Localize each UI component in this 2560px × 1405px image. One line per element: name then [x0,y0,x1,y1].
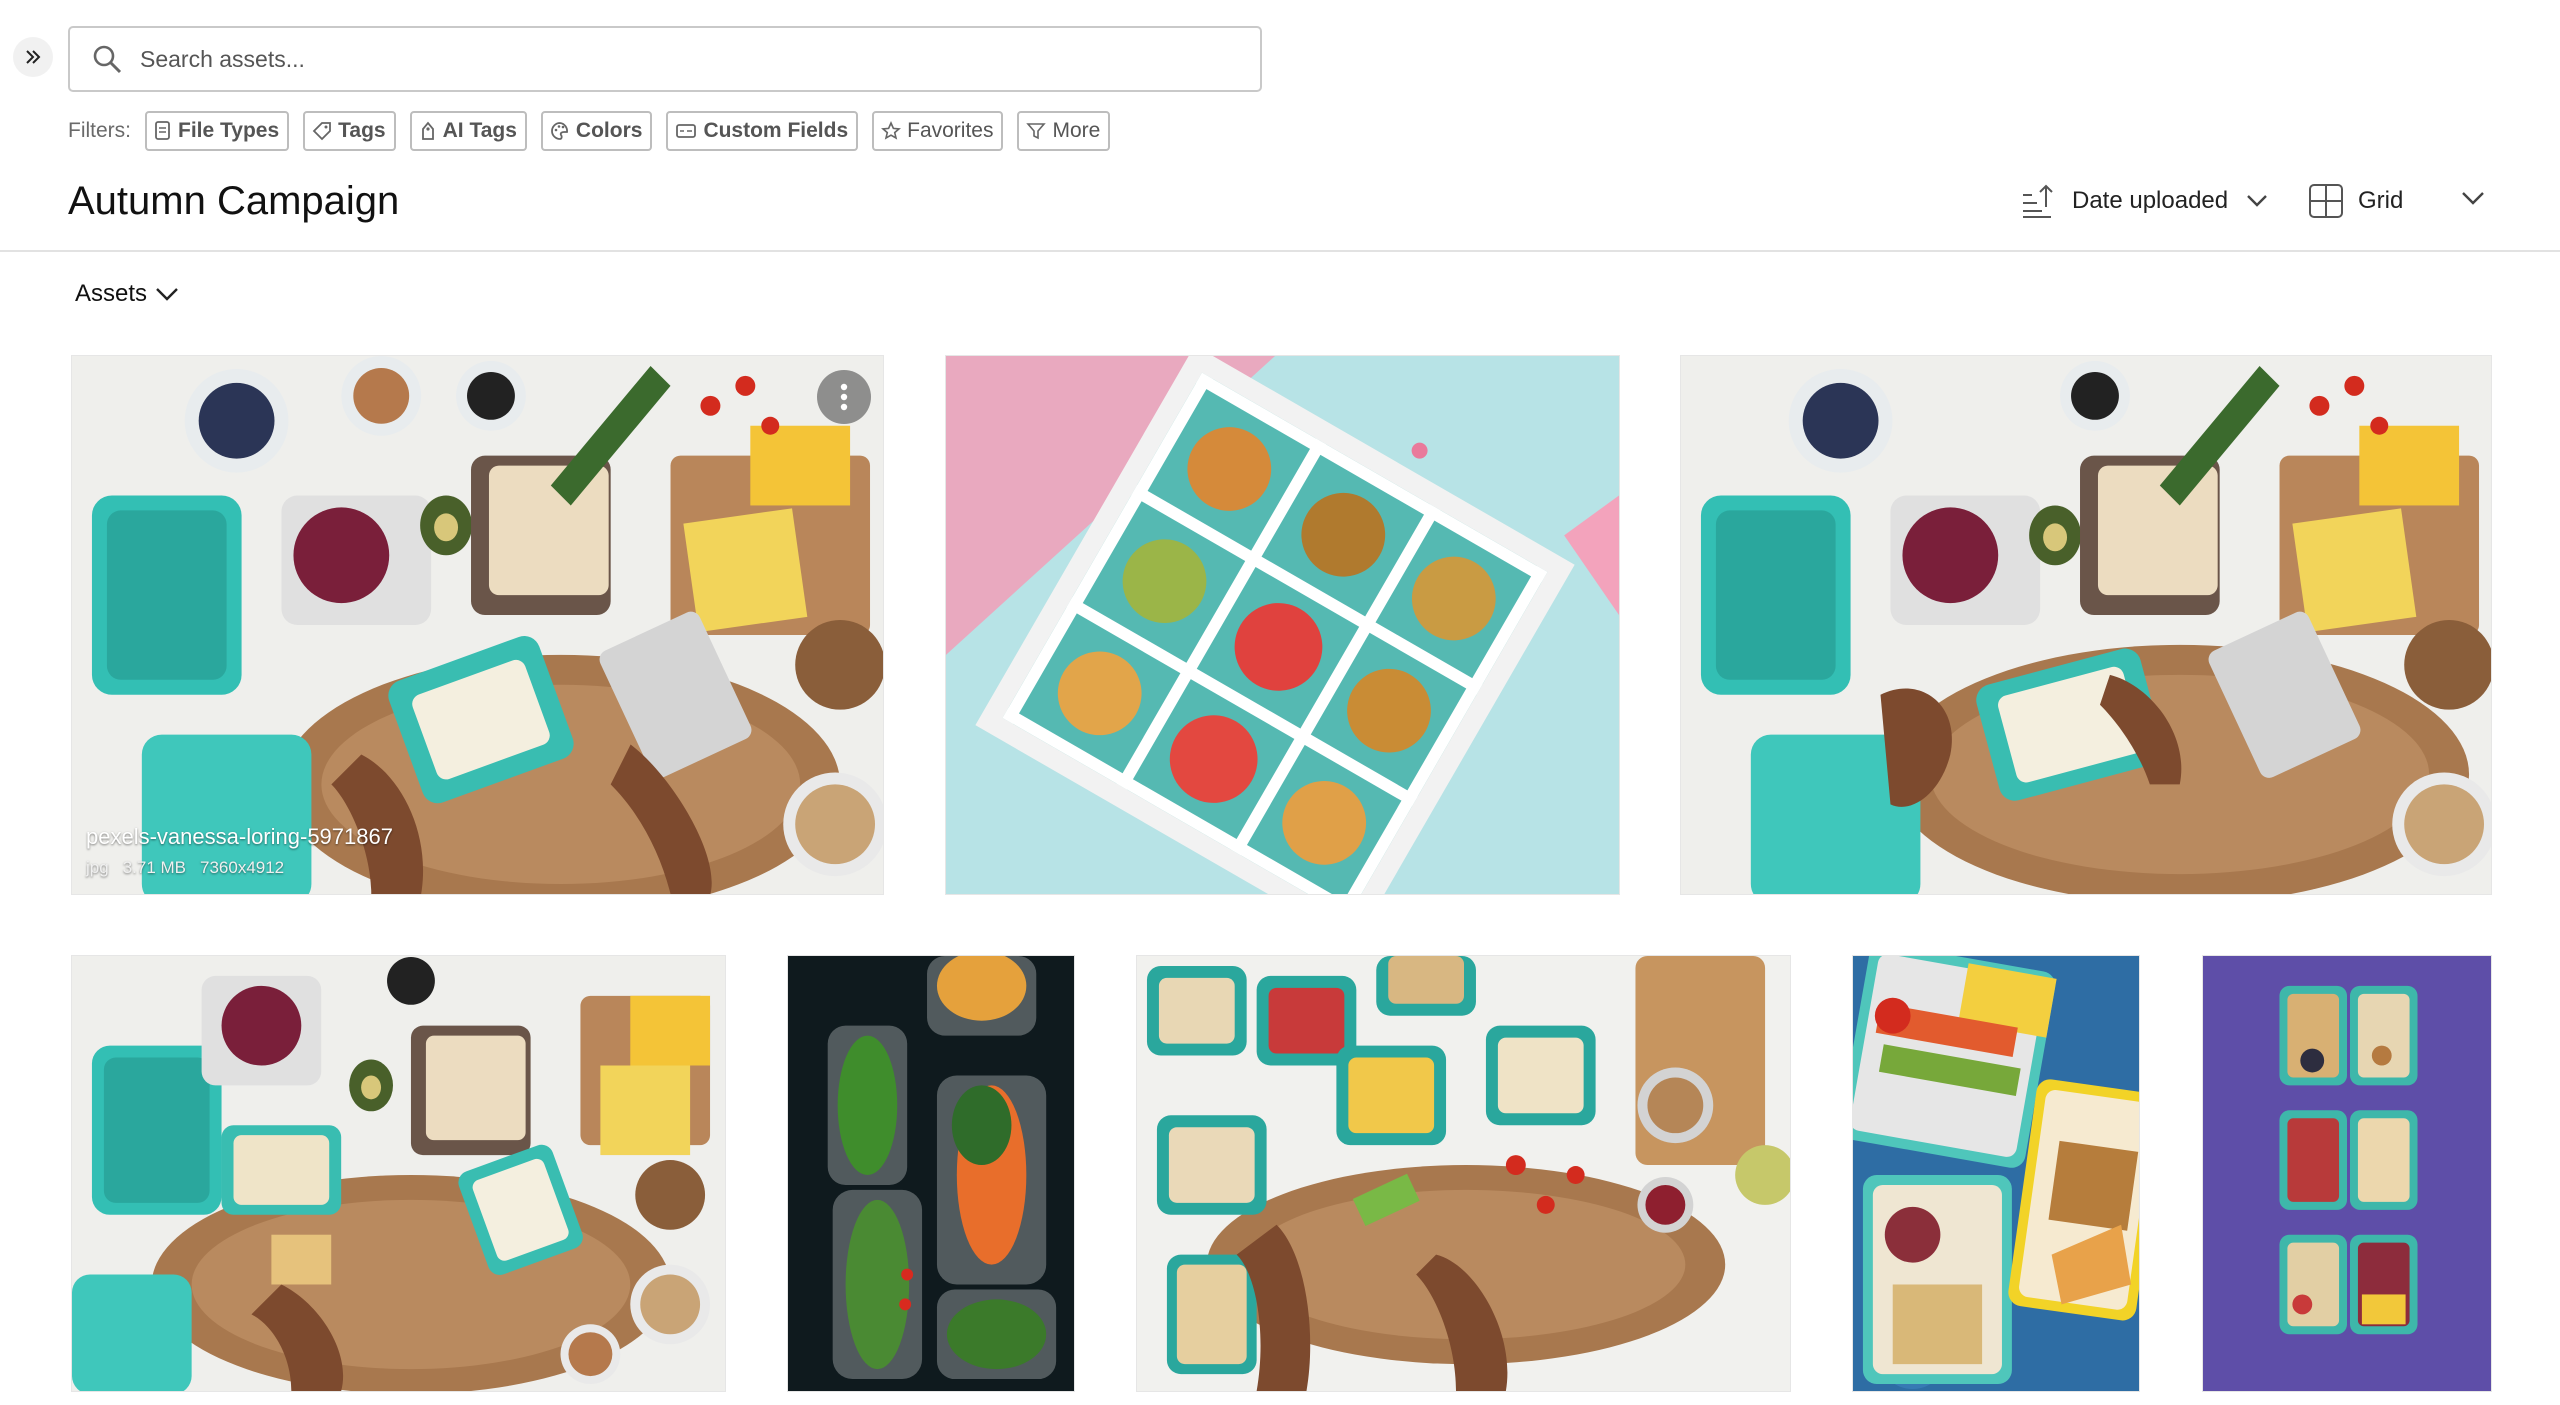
filter-icon [1026,123,1047,140]
filter-file-types[interactable]: File Types [145,111,290,151]
asset-menu-button[interactable] [817,370,871,424]
filter-more[interactable]: More [1017,111,1111,151]
asset-thumbnail [72,956,725,1391]
asset-card[interactable] [787,955,1075,1392]
sort-label: Date uploaded [2072,187,2229,214]
sort-dropdown[interactable]: Date uploaded [2020,180,2268,222]
filter-favorites-label: Favorites [907,119,994,142]
star-icon [881,121,902,140]
asset-card[interactable] [1680,355,2492,895]
search-input[interactable] [138,44,1202,74]
asset-caption: pexels-vanessa-loring-5971867 jpg 3.71 M… [86,824,393,878]
chevron-down-icon [156,288,178,301]
tag-icon [312,122,332,141]
filter-file-types-label: File Types [178,119,280,142]
asset-type: jpg [86,858,109,877]
filter-favorites[interactable]: Favorites [872,111,1004,151]
filter-tags-label: Tags [338,119,386,142]
sort-ascending-icon [2023,184,2053,218]
view-chevron-down-icon[interactable] [2460,190,2486,206]
filter-ai-tags-label: AI Tags [442,119,517,142]
header-divider [0,250,2560,252]
asset-card[interactable]: pexels-vanessa-loring-5971867 jpg 3.71 M… [71,355,884,895]
asset-card[interactable] [2202,955,2492,1392]
ai-tag-icon [421,121,434,140]
filter-colors[interactable]: Colors [540,111,653,151]
palette-icon [551,122,568,140]
asset-thumbnail [1137,956,1790,1391]
asset-card[interactable] [1852,955,2140,1392]
filter-custom-fields-label: Custom Fields [703,119,849,142]
filter-custom-fields[interactable]: Custom Fields [666,111,859,151]
filters-label: Filters: [68,119,131,142]
filter-colors-label: Colors [575,119,643,142]
view-mode-dropdown[interactable]: Grid [2308,180,2403,222]
search-icon [92,44,122,74]
asset-thumbnail [1681,356,2491,894]
asset-thumbnail [1853,956,2139,1391]
asset-thumbnail [946,356,1619,894]
expand-sidebar-button[interactable] [13,37,53,77]
filter-ai-tags[interactable]: AI Tags [409,111,527,151]
grid-view-icon [2309,184,2343,218]
section-label: Assets [75,280,148,307]
view-label: Grid [2358,187,2404,214]
asset-name: pexels-vanessa-loring-5971867 [86,824,393,849]
assets-section-toggle[interactable]: Assets [75,280,179,308]
asset-thumbnail [788,956,1074,1391]
file-icon [155,121,170,140]
asset-card[interactable] [71,955,726,1392]
asset-dimensions: 7360x4912 [200,858,285,877]
asset-thumbnail [72,356,883,894]
search-bar[interactable] [68,26,1262,92]
filters-bar: Filters: File Types Tags AI Tags Colors … [68,109,1124,153]
custom-field-icon [676,124,697,138]
filter-more-label: More [1052,119,1101,142]
asset-thumbnail [2203,956,2491,1391]
filter-tags[interactable]: Tags [303,111,396,151]
page-title: Autumn Campaign [68,179,400,223]
chevron-down-icon [2247,195,2267,207]
double-chevron-right-icon [26,50,41,64]
asset-card[interactable] [1136,955,1791,1392]
asset-meta: jpg 3.71 MB 7360x4912 [86,858,393,878]
more-vertical-icon [840,383,848,411]
asset-card[interactable] [945,355,1620,895]
asset-size: 3.71 MB [122,858,186,877]
